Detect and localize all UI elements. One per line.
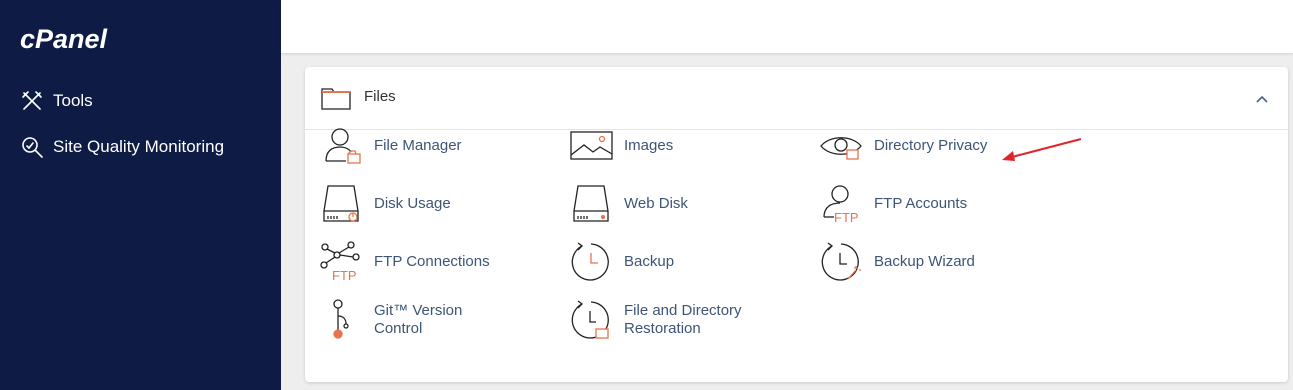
ftp-connections-label: FTP Connections	[374, 253, 490, 270]
backup-link[interactable]: Backup	[568, 239, 764, 285]
file-directory-restoration-label: File and Directory Restoration	[624, 302, 742, 337]
git-icon	[318, 297, 364, 343]
file-directory-restoration-link[interactable]: File and Directory Restoration	[568, 297, 764, 343]
sidebar-item-label: Site Quality Monitoring	[53, 137, 225, 156]
panel-title: Files	[364, 88, 396, 105]
cpanel-logo[interactable]: cPanel	[20, 24, 150, 54]
backup-icon	[568, 239, 614, 285]
top-bar	[281, 0, 1293, 53]
disk-usage-label: Disk Usage	[374, 195, 451, 212]
file-manager-link[interactable]: File Manager	[318, 123, 514, 169]
magnifier-icon	[20, 135, 44, 159]
web-disk-label: Web Disk	[624, 195, 688, 212]
ftp-connections-link[interactable]: FTP FTP Connections	[318, 239, 514, 285]
ftp-accounts-icon: FTP	[818, 181, 864, 227]
ftp-accounts-label: FTP Accounts	[874, 195, 968, 212]
svg-text:FTP: FTP	[332, 268, 357, 283]
panel-header[interactable]: Files	[305, 67, 1288, 130]
sidebar-item-site-quality-monitoring[interactable]: Site Quality Monitoring	[20, 134, 224, 160]
directory-privacy-link[interactable]: Directory Privacy	[818, 123, 1014, 169]
folder-icon	[321, 86, 351, 110]
sidebar-item-tools[interactable]: Tools	[20, 88, 93, 114]
git-version-control-link[interactable]: Git™ Version Control	[318, 297, 514, 343]
sidebar: cPanel Tools Site Quality Monitoring	[0, 0, 281, 390]
backup-wizard-link[interactable]: Backup Wizard	[818, 239, 1014, 285]
web-disk-link[interactable]: Web Disk	[568, 181, 764, 227]
backup-wizard-label: Backup Wizard	[874, 253, 975, 270]
images-link[interactable]: Images	[568, 123, 764, 169]
file-manager-icon	[318, 123, 364, 169]
restore-icon	[568, 297, 614, 343]
sidebar-item-label: Tools	[53, 91, 93, 110]
disk-usage-icon	[318, 181, 364, 227]
backup-wizard-icon	[818, 239, 864, 285]
eye-folder-icon	[818, 123, 864, 169]
git-version-control-label: Git™ Version Control	[374, 302, 463, 337]
svg-text:cPanel: cPanel	[20, 24, 108, 54]
disk-usage-link[interactable]: Disk Usage	[318, 181, 514, 227]
chevron-up-icon[interactable]	[1254, 91, 1270, 107]
image-icon	[568, 123, 614, 169]
svg-text:FTP: FTP	[834, 210, 859, 225]
backup-label: Backup	[624, 253, 675, 270]
tools-icon	[20, 89, 44, 113]
file-manager-label: File Manager	[374, 137, 462, 154]
ftp-accounts-link[interactable]: FTP FTP Accounts	[818, 181, 1014, 227]
annotation-arrow	[1002, 138, 1082, 161]
directory-privacy-label: Directory Privacy	[874, 137, 988, 154]
images-label: Images	[624, 137, 674, 154]
web-disk-icon	[568, 181, 614, 227]
ftp-connections-icon: FTP	[318, 239, 364, 285]
